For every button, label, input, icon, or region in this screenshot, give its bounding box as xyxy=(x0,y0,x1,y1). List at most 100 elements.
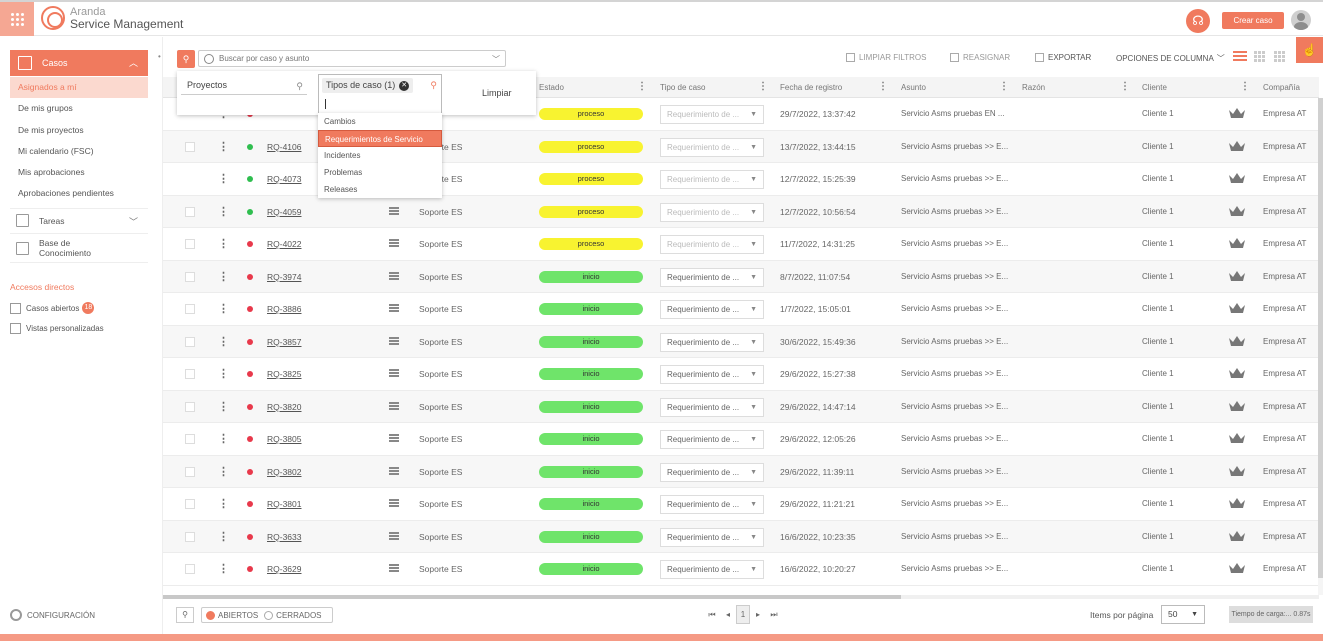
row-checkbox[interactable] xyxy=(185,304,195,314)
table-row[interactable]: ⋮ RQ-3820 Soporte ES inicio Requerimiento de… xyxy=(163,390,1319,423)
close-icon[interactable]: ✕ xyxy=(399,80,410,91)
dropdown-option-requerimientos[interactable]: Requerimientos de Servicio xyxy=(318,130,442,147)
sidebar-item-asignados[interactable]: Asignados a mí xyxy=(10,77,148,99)
column-header-razon[interactable]: Razón xyxy=(1022,83,1045,92)
row-menu-icon[interactable]: ⋮ xyxy=(218,270,229,283)
case-id-link[interactable]: RQ-4106 xyxy=(267,142,302,152)
dropdown-option-problemas[interactable]: Problemas xyxy=(318,164,442,181)
row-checkbox[interactable] xyxy=(185,401,195,412)
table-row[interactable]: ⋮ RQ-3805 Soporte ES inicio Requerimiento de… xyxy=(163,423,1319,456)
clear-filters-button[interactable]: LIMPIAR FILTROS xyxy=(846,53,926,62)
case-id-link[interactable]: RQ-3805 xyxy=(267,434,302,444)
case-type-select[interactable]: Requerimiento de ... ▼ xyxy=(660,527,764,547)
row-checkbox[interactable] xyxy=(185,239,195,249)
case-types-filter[interactable]: Tipos de caso (1) ✕ ⚲ xyxy=(318,74,442,114)
column-header-tipo[interactable]: Tipo de caso xyxy=(660,83,706,92)
table-row[interactable]: ⋮ RQ-4059 Soporte ES proceso Requerimiento d… xyxy=(163,195,1319,228)
case-id-link[interactable]: RQ-3857 xyxy=(267,337,302,347)
row-checkbox[interactable] xyxy=(185,531,195,542)
case-type-select[interactable]: Requerimiento de ... ▼ xyxy=(660,495,764,514)
column-menu-icon[interactable]: ⋮ xyxy=(1240,81,1250,92)
case-id-link[interactable]: RQ-4059 xyxy=(267,207,302,217)
column-menu-icon[interactable]: ⋮ xyxy=(637,81,647,92)
row-menu-icon[interactable]: ⋮ xyxy=(218,302,229,315)
apps-menu-button[interactable] xyxy=(0,2,34,36)
next-page-icon[interactable]: ▸ xyxy=(750,610,766,619)
row-menu-icon[interactable]: ⋮ xyxy=(218,530,229,543)
table-row[interactable]: ⋮ RQ-3974 Soporte ES inicio Requerimiento de… xyxy=(163,260,1319,293)
closed-cases-option[interactable]: CERRADOS xyxy=(264,610,322,620)
column-menu-icon[interactable]: ⋮ xyxy=(999,81,1009,92)
row-menu-icon[interactable]: ⋮ xyxy=(218,497,229,510)
column-header-asunto[interactable]: Asunto xyxy=(901,83,926,92)
first-page-icon[interactable]: ⏮ xyxy=(704,610,720,620)
table-row[interactable]: ⋮ RQ-3633 Soporte ES inicio Requerimiento de… xyxy=(163,520,1319,553)
row-checkbox[interactable] xyxy=(185,434,195,444)
case-type-select[interactable]: Requerimiento de ... ▼ xyxy=(660,300,764,319)
touch-gesture-icon[interactable]: ☝ xyxy=(1296,37,1323,63)
column-header-estado[interactable]: Estado xyxy=(539,83,564,92)
sidebar-item-proyectos[interactable]: De mis proyectos xyxy=(10,120,148,141)
case-id-link[interactable]: RQ-3820 xyxy=(267,402,302,412)
chevron-down-icon[interactable]: ﹀ xyxy=(492,54,500,65)
filter-icon[interactable]: ⚲ xyxy=(176,607,194,623)
clear-button[interactable]: Limpiar xyxy=(482,88,512,98)
table-row[interactable]: ⋮ RQ-3629 Soporte ES inicio Requerimiento de… xyxy=(163,553,1319,586)
column-header-cliente[interactable]: Cliente xyxy=(1142,83,1167,92)
sidebar-section-knowledge[interactable]: Base de Conocimiento xyxy=(10,233,148,263)
case-type-select[interactable]: Requerimiento de ... ▼ xyxy=(660,267,764,287)
row-menu-icon[interactable]: ⋮ xyxy=(218,400,229,413)
sidebar-section-tareas[interactable]: Tareas ﹀ xyxy=(10,208,148,232)
row-checkbox[interactable] xyxy=(185,499,195,509)
scrollbar-thumb[interactable] xyxy=(1318,98,1323,578)
case-id-link[interactable]: RQ-3886 xyxy=(267,304,302,314)
row-menu-icon[interactable]: ⋮ xyxy=(218,335,229,348)
row-menu-icon[interactable]: ⋮ xyxy=(218,140,229,153)
current-page[interactable]: 1 xyxy=(736,605,750,624)
row-checkbox[interactable] xyxy=(185,336,195,347)
row-menu-icon[interactable]: ⋮ xyxy=(218,562,229,575)
projects-filter[interactable]: Proyectos ⚲ xyxy=(181,75,307,95)
dropdown-option-incidentes[interactable]: Incidentes xyxy=(318,147,442,164)
export-button[interactable]: EXPORTAR xyxy=(1035,53,1091,62)
search-box[interactable]: ﹀ xyxy=(198,50,506,67)
row-menu-icon[interactable]: ⋮ xyxy=(218,237,229,250)
sidebar-item-aprobaciones[interactable]: Mis aprobaciones xyxy=(10,162,148,183)
case-id-link[interactable]: RQ-3633 xyxy=(267,532,302,542)
sidebar-item-aprobaciones-pendientes[interactable]: Aprobaciones pendientes xyxy=(10,183,148,204)
last-page-icon[interactable]: ⏭ xyxy=(766,610,782,620)
case-id-link[interactable]: RQ-4022 xyxy=(267,239,302,249)
row-menu-icon[interactable]: ⋮ xyxy=(218,465,229,478)
reassign-button[interactable]: REASIGNAR xyxy=(950,53,1010,62)
horizontal-scrollbar[interactable] xyxy=(163,595,1319,599)
table-row[interactable]: ⋮ RQ-3801 Soporte ES inicio Requerimiento de… xyxy=(163,488,1319,521)
case-id-link[interactable]: RQ-3974 xyxy=(267,272,302,282)
radio-button[interactable] xyxy=(264,610,274,620)
table-row[interactable]: ⋮ RQ-3802 Soporte ES inicio Requerimiento de… xyxy=(163,455,1319,488)
column-menu-icon[interactable]: ⋮ xyxy=(758,81,768,92)
filter-toggle-button[interactable]: ⚲ xyxy=(177,50,195,68)
user-avatar[interactable] xyxy=(1291,10,1311,30)
grid-view-icon[interactable] xyxy=(1254,51,1268,65)
list-view-icon[interactable] xyxy=(1233,51,1247,65)
row-checkbox[interactable] xyxy=(185,369,195,379)
sidebar-item-grupos[interactable]: De mis grupos xyxy=(10,98,148,119)
table-row[interactable]: ⋮ RQ-3886 Soporte ES inicio Requerimiento de… xyxy=(163,293,1319,326)
dropdown-option-cambios[interactable]: Cambios xyxy=(318,113,442,130)
row-menu-icon[interactable]: ⋮ xyxy=(218,205,229,218)
table-row[interactable]: ⋮ RQ-3825 Soporte ES inicio Requerimiento de… xyxy=(163,358,1319,391)
headset-icon[interactable]: ☊ xyxy=(1186,9,1210,33)
items-per-page-select[interactable]: 50 ▼ xyxy=(1161,605,1205,624)
column-header-fecha[interactable]: Fecha de registro xyxy=(780,83,842,92)
case-id-link[interactable]: RQ-3801 xyxy=(267,499,302,509)
open-cases-option[interactable]: ABIERTOS xyxy=(206,610,258,620)
row-checkbox[interactable] xyxy=(185,564,195,574)
sidebar-section-casos[interactable]: Casos ︿ xyxy=(10,50,148,76)
column-header-compania[interactable]: Compañía xyxy=(1263,83,1300,92)
scrollbar-thumb[interactable] xyxy=(163,595,901,599)
case-type-select[interactable]: Requerimiento de ... ▼ xyxy=(660,560,764,579)
case-type-select[interactable]: Requerimiento de ... ▼ xyxy=(660,332,764,352)
prev-page-icon[interactable]: ◂ xyxy=(720,610,736,619)
shortcut-custom-views[interactable]: Vistas personalizadas xyxy=(10,323,104,334)
column-menu-icon[interactable]: ⋮ xyxy=(1120,81,1130,92)
